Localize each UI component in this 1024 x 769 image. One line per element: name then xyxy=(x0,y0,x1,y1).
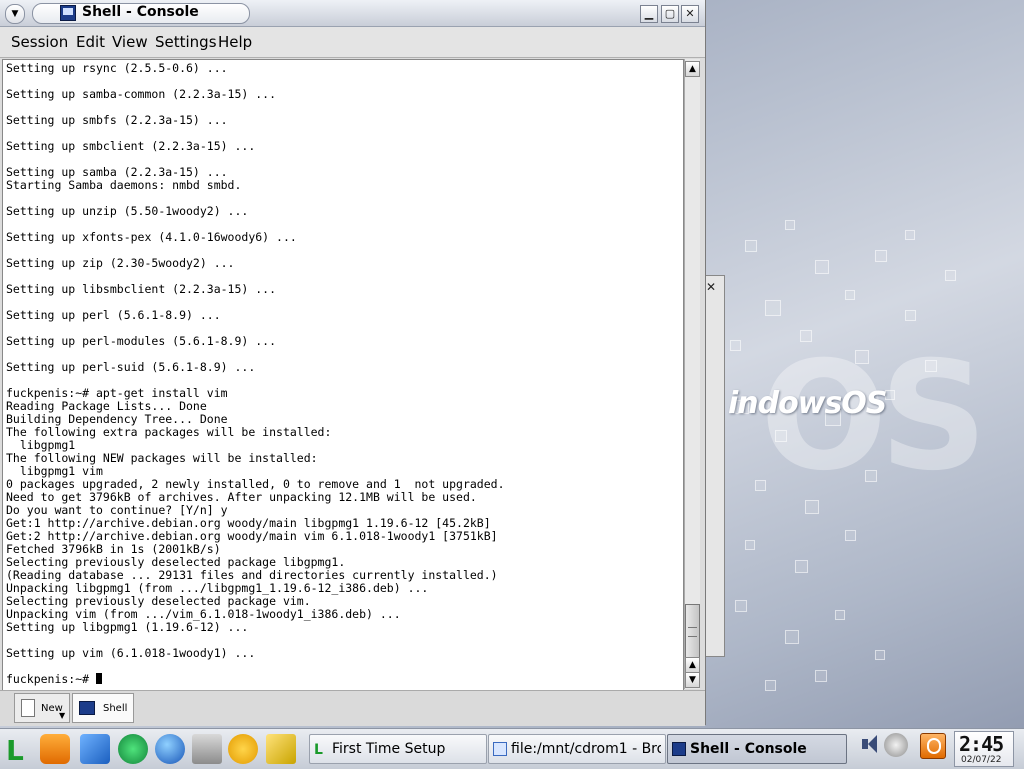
session-tab-bar: New ▼ Shell xyxy=(0,690,705,726)
terminal-cursor xyxy=(96,673,103,684)
browser-globe-icon[interactable] xyxy=(155,734,185,764)
terminal-icon xyxy=(79,701,95,715)
runner-icon[interactable] xyxy=(118,734,148,764)
wallpaper-square xyxy=(745,540,755,550)
wallpaper-square xyxy=(815,670,827,682)
task-shell-console[interactable]: Shell - Console xyxy=(667,734,847,764)
setup-icon: L xyxy=(314,742,323,758)
window-title: Shell - Console xyxy=(82,4,199,20)
task-label: Shell - Console xyxy=(690,741,807,757)
wallpaper-square xyxy=(745,240,757,252)
wallpaper-square xyxy=(735,600,747,612)
cube-icon[interactable] xyxy=(80,734,110,764)
network-runner-icon[interactable] xyxy=(228,734,258,764)
wallpaper-square xyxy=(835,610,845,620)
window-menu-button[interactable]: ▼ xyxy=(5,4,25,24)
background-window-edge[interactable]: ✕ xyxy=(703,275,725,657)
clock-date: 02/07/22 xyxy=(961,755,1002,765)
wallpaper-square xyxy=(945,270,956,281)
wallpaper-square xyxy=(730,340,741,351)
menu-view[interactable]: View xyxy=(112,33,148,51)
chevron-down-icon[interactable]: ▼ xyxy=(59,711,65,720)
menu-edit[interactable]: Edit xyxy=(76,33,105,51)
power-icon[interactable] xyxy=(920,733,946,759)
wallpaper-square xyxy=(875,250,887,262)
close-icon[interactable]: ✕ xyxy=(706,280,716,294)
wallpaper-square xyxy=(845,530,856,541)
terminal-output[interactable]: Setting up rsync (2.5.5-0.6) ... Setting… xyxy=(2,59,684,691)
menu-help[interactable]: Help xyxy=(218,33,252,51)
start-menu-icon[interactable]: L xyxy=(4,734,34,767)
scroll-up-icon[interactable]: ▲ xyxy=(685,61,700,77)
clock-time: 2:45 xyxy=(959,732,1004,756)
minimize-button[interactable]: ▁ xyxy=(640,5,658,23)
broom-icon[interactable] xyxy=(266,734,296,764)
terminal-icon xyxy=(60,5,76,21)
new-session-button[interactable]: New ▼ xyxy=(14,693,70,723)
new-document-icon xyxy=(21,699,35,717)
menu-session[interactable]: Session xyxy=(11,33,68,51)
wallpaper-square xyxy=(845,290,855,300)
terminal-scrollbar[interactable]: ▲ ▲ ▼ xyxy=(684,59,700,689)
wallpaper-square xyxy=(795,560,808,573)
terminal-text: Setting up rsync (2.5.5-0.6) ... Setting… xyxy=(6,61,505,686)
life-vest-icon[interactable] xyxy=(40,734,70,764)
wallpaper-square xyxy=(765,680,776,691)
user-icon[interactable] xyxy=(884,733,908,757)
menu-bar: Session Edit View Settings Help xyxy=(0,27,705,58)
maximize-button[interactable]: ▢ xyxy=(661,5,679,23)
console-window: ▼ Shell - Console ▁ ▢ ✕ Session Edit Vie… xyxy=(0,0,706,726)
task-label: First Time Setup xyxy=(332,741,446,757)
scroll-up-icon[interactable]: ▲ xyxy=(685,657,700,673)
wallpaper-square xyxy=(905,230,915,240)
scroll-down-icon[interactable]: ▼ xyxy=(685,672,700,688)
scrollbar-thumb[interactable] xyxy=(685,604,700,658)
clock[interactable]: 2:45 02/07/22 xyxy=(954,731,1014,767)
wallpaper-square xyxy=(785,630,799,644)
volume-icon[interactable] xyxy=(860,733,884,757)
tab-shell-label: Shell xyxy=(103,703,128,714)
wallpaper-square xyxy=(905,310,916,321)
wallpaper-logo-text: indowsOS xyxy=(728,386,887,421)
wallpaper-square xyxy=(875,650,885,660)
close-button[interactable]: ✕ xyxy=(681,5,699,23)
file-cabinet-icon[interactable] xyxy=(192,734,222,764)
wallpaper-square xyxy=(815,260,829,274)
menu-settings[interactable]: Settings xyxy=(155,33,217,51)
window-titlebar[interactable]: ▼ Shell - Console ▁ ▢ ✕ xyxy=(0,0,705,27)
terminal-icon xyxy=(672,742,686,756)
wallpaper-square xyxy=(785,220,795,230)
task-first-time-setup[interactable]: L First Time Setup xyxy=(309,734,487,764)
wallpaper-square xyxy=(765,300,781,316)
tab-shell[interactable]: Shell xyxy=(72,693,134,723)
taskbar: L L First Time Setup file:/mnt/cdrom1 - … xyxy=(0,728,1024,769)
task-file-browser[interactable]: file:/mnt/cdrom1 - Brow xyxy=(488,734,666,764)
folder-icon xyxy=(493,742,507,756)
task-label: file:/mnt/cdrom1 - Brow xyxy=(511,741,661,757)
